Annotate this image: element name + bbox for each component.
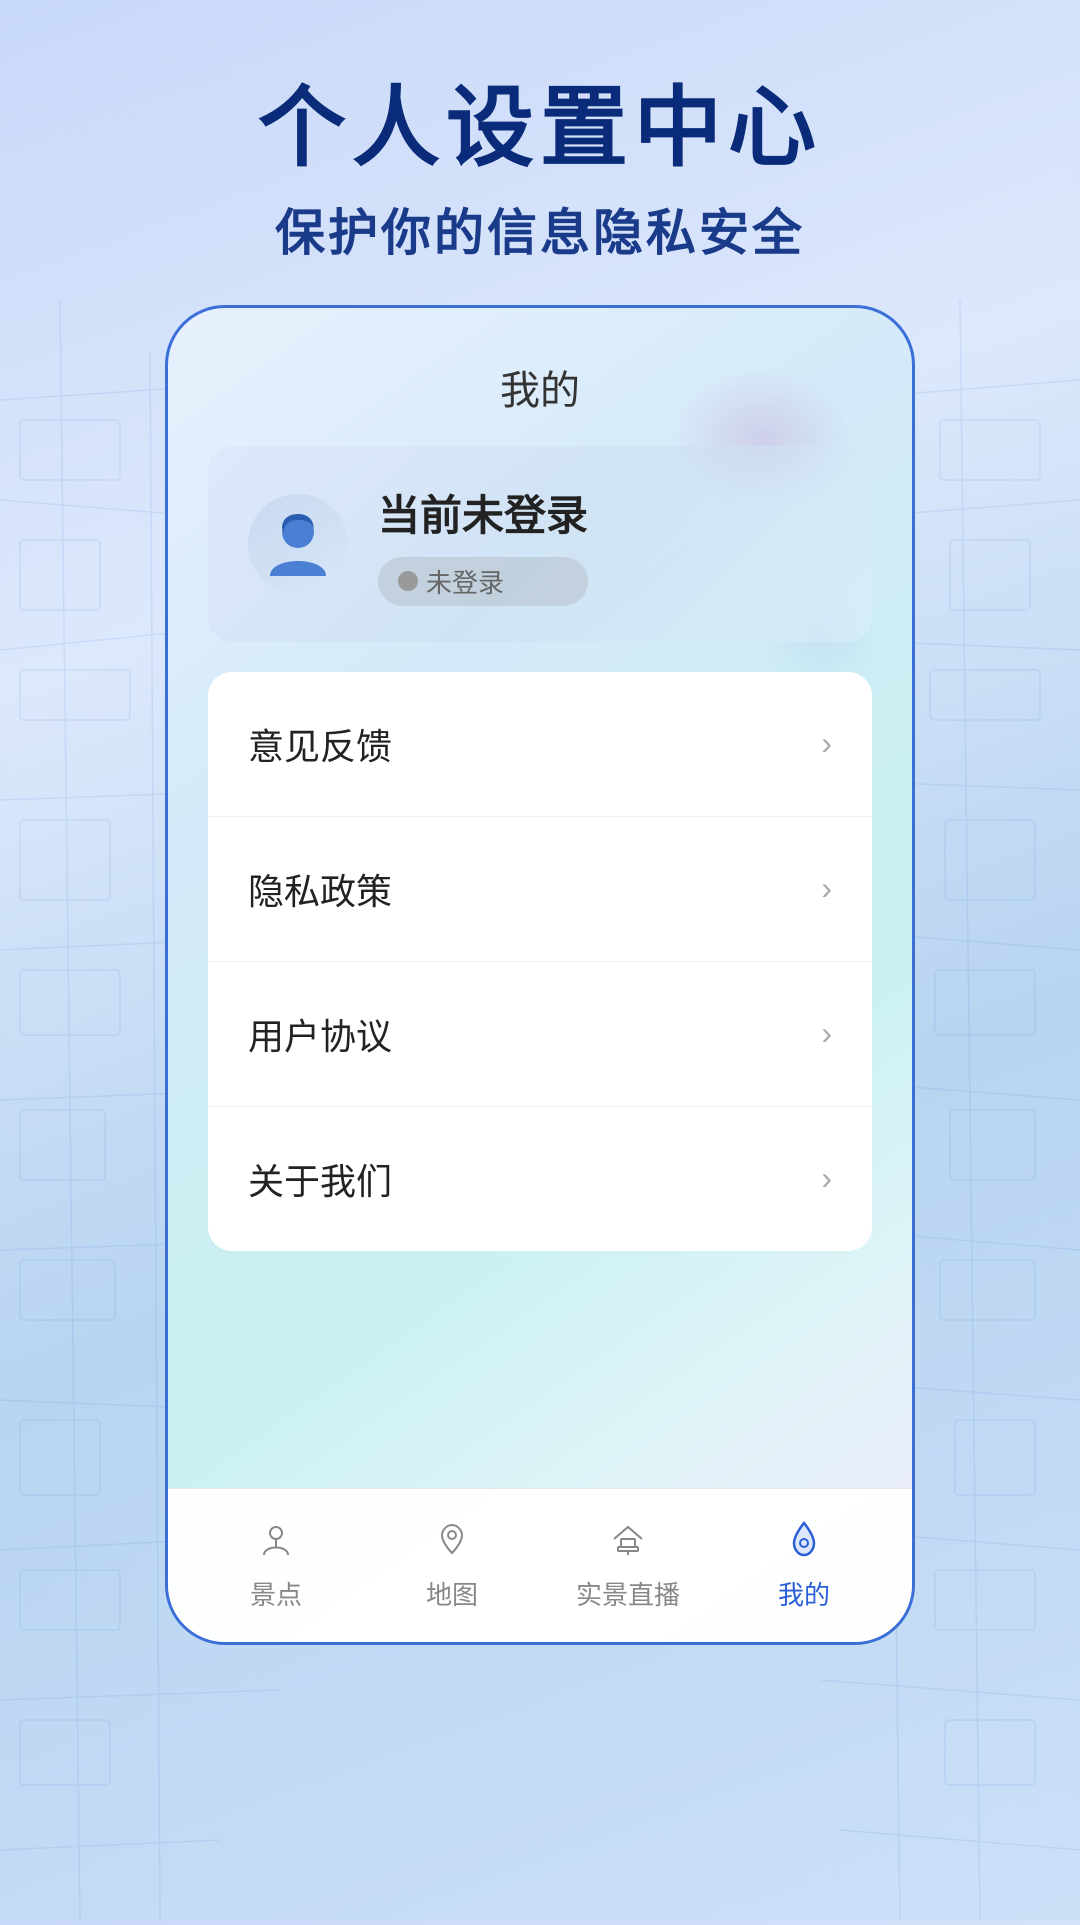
nav-label-mine: 我的 bbox=[778, 1575, 830, 1612]
phone-frame: 我的 当前未登录 未登录 bbox=[165, 305, 915, 1645]
nav-label-attractions: 景点 bbox=[250, 1575, 302, 1612]
chevron-right-icon-privacy: › bbox=[821, 870, 832, 907]
mine-icon bbox=[778, 1513, 830, 1565]
login-badge: 未登录 bbox=[378, 557, 588, 606]
menu-item-terms[interactable]: 用户协议 › bbox=[208, 962, 872, 1107]
body-spacer bbox=[168, 1251, 912, 1488]
chevron-right-icon-about: › bbox=[821, 1160, 832, 1197]
menu-label-terms: 用户协议 bbox=[248, 1008, 392, 1060]
header-main-title: 个人设置中心 bbox=[258, 80, 822, 177]
header-area: 个人设置中心 保护你的信息隐私安全 bbox=[258, 0, 822, 305]
menu-label-feedback: 意见反馈 bbox=[248, 718, 392, 770]
login-status: 未登录 bbox=[426, 563, 504, 600]
menu-item-feedback[interactable]: 意见反馈 › bbox=[208, 672, 872, 817]
map-icon bbox=[426, 1513, 478, 1565]
avatar bbox=[248, 494, 348, 594]
chevron-right-icon-terms: › bbox=[821, 1015, 832, 1052]
nav-label-live: 实景直播 bbox=[576, 1575, 680, 1612]
user-card[interactable]: 当前未登录 未登录 bbox=[208, 446, 872, 642]
menu-item-about[interactable]: 关于我们 › bbox=[208, 1107, 872, 1251]
nav-item-map[interactable]: 地图 bbox=[382, 1513, 522, 1612]
nav-item-mine[interactable]: 我的 bbox=[734, 1513, 874, 1612]
avatar-icon bbox=[258, 504, 338, 584]
attractions-icon bbox=[250, 1513, 302, 1565]
nav-label-map: 地图 bbox=[426, 1575, 478, 1612]
header-sub-title: 保护你的信息隐私安全 bbox=[258, 193, 822, 265]
menu-label-privacy: 隐私政策 bbox=[248, 863, 392, 915]
chevron-right-icon-feedback: › bbox=[821, 725, 832, 762]
phone-section-title: 我的 bbox=[168, 308, 912, 446]
bottom-nav: 景点 地图 bbox=[168, 1488, 912, 1642]
menu-label-about: 关于我们 bbox=[248, 1153, 392, 1205]
username: 当前未登录 bbox=[378, 482, 588, 543]
badge-dot-icon bbox=[398, 571, 418, 591]
nav-item-attractions[interactable]: 景点 bbox=[206, 1513, 346, 1612]
menu-item-privacy[interactable]: 隐私政策 › bbox=[208, 817, 872, 962]
user-info: 当前未登录 未登录 bbox=[378, 482, 588, 606]
live-icon bbox=[602, 1513, 654, 1565]
menu-list: 意见反馈 › 隐私政策 › 用户协议 › 关于我们 › bbox=[208, 672, 872, 1251]
page-content: 个人设置中心 保护你的信息隐私安全 我的 当前未登录 bbox=[0, 0, 1080, 1920]
nav-item-live[interactable]: 实景直播 bbox=[558, 1513, 698, 1612]
